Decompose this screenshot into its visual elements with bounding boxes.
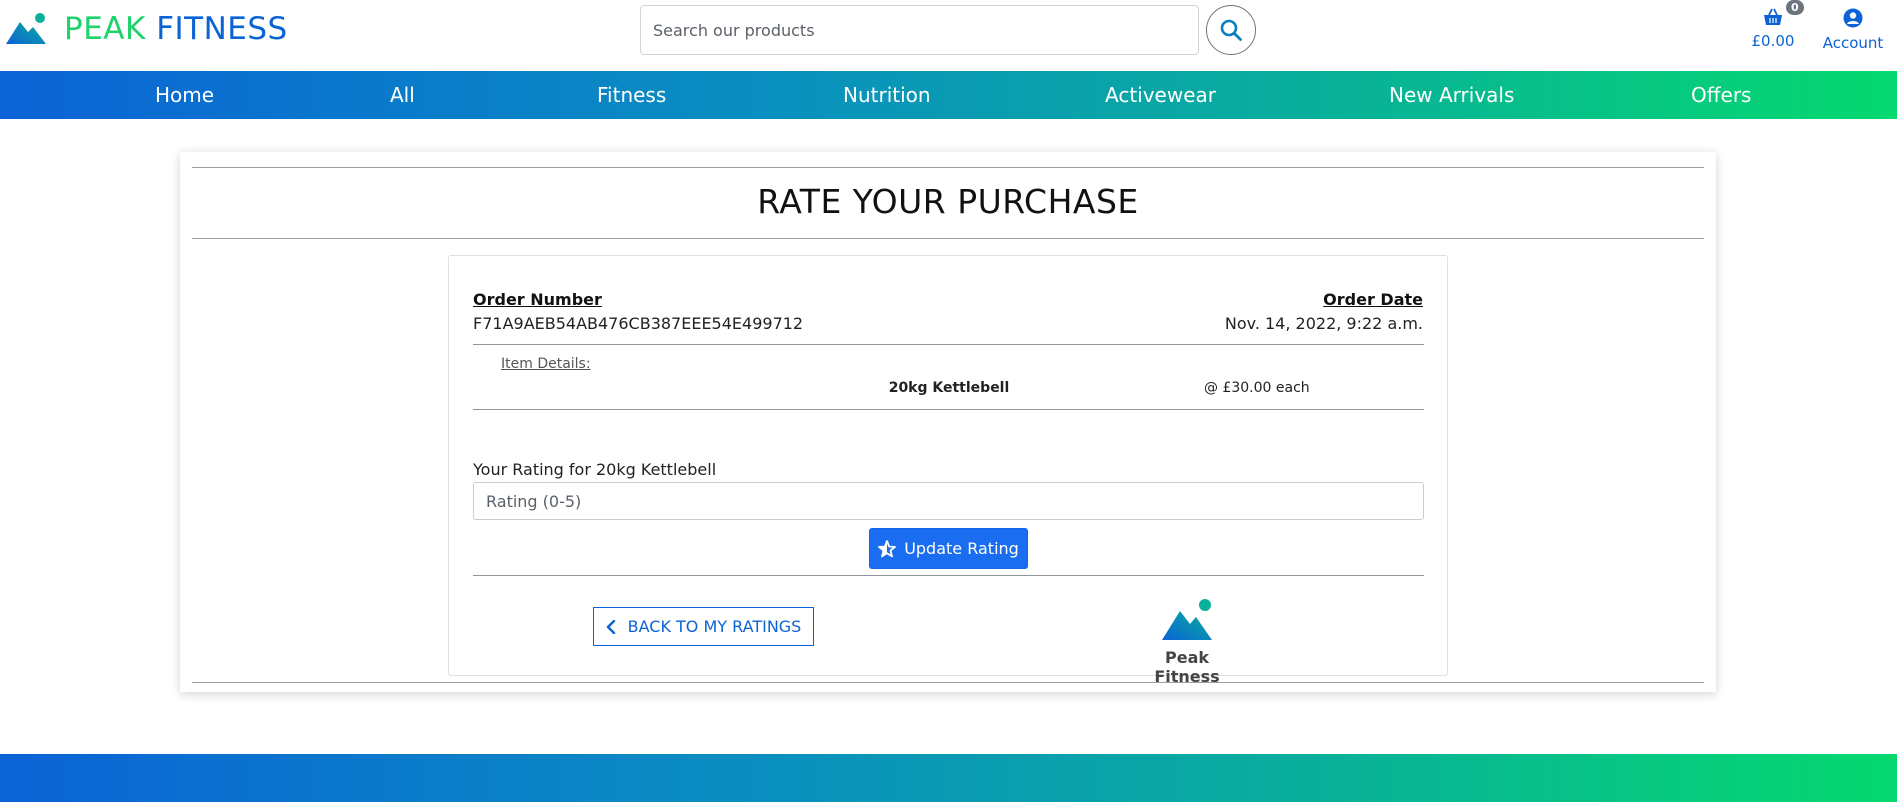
brand-name: PEAK FITNESS [64,12,288,46]
actions-divider [473,575,1424,576]
order-number-value: F71A9AEB54AB476CB387EEE54E499712 [473,314,804,333]
brand-word-fitness: FITNESS [156,11,288,47]
back-to-ratings-label: BACK TO MY RATINGS [627,617,802,636]
site-header: PEAK FITNESS 0 £0.00 Account [0,0,1897,71]
rating-field-label: Your Rating for 20kg Kettlebell [473,460,717,479]
title-divider-top [192,167,1704,168]
account-circle-icon [1843,8,1863,28]
card-bottom-divider [192,682,1704,683]
title-divider-bottom [192,238,1704,239]
nav-item-new-arrivals[interactable]: New Arrivals [1389,83,1514,107]
search-button[interactable] [1206,5,1256,55]
nav-item-activewear[interactable]: Activewear [1105,83,1216,107]
account-label: Account [1822,34,1884,52]
star-rating-icon [878,539,897,557]
mountain-logo-icon [6,13,46,44]
nav-item-offers[interactable]: Offers [1691,83,1751,107]
search-input[interactable] [640,5,1199,55]
mini-logo-label: Peak Fitness [1154,648,1220,686]
item-name: 20kg Kettlebell [888,380,1010,396]
nav-item-fitness[interactable]: Fitness [597,83,666,107]
nav-item-home[interactable]: Home [155,83,214,107]
update-rating-button[interactable]: Update Rating [869,528,1028,569]
account-link[interactable]: Account [1822,8,1884,52]
search-bar [640,5,1256,55]
site-footer [0,754,1897,802]
item-details-label: Item Details: [501,356,591,372]
item-divider [473,409,1424,410]
nav-item-all[interactable]: All [390,83,415,107]
rating-input[interactable] [473,482,1424,520]
basket-link[interactable]: 0 £0.00 [1750,0,1804,50]
update-rating-label: Update Rating [904,539,1019,558]
order-panel: Order Number F71A9AEB54AB476CB387EEE54E4… [448,255,1448,686]
order-number-label: Order Number [473,290,602,309]
basket-icon [1764,8,1782,25]
footer-mini-logo: Peak Fitness [1137,598,1237,686]
order-divider [473,344,1424,345]
basket-count-badge: 0 [1786,0,1804,15]
order-date-value: Nov. 14, 2022, 9:22 a.m. [1224,314,1423,333]
main-nav: Home All Fitness Nutrition Activewear Ne… [0,71,1897,119]
mountain-logo-icon [1162,599,1212,640]
brand-word-peak: PEAK [64,11,146,47]
page-title: RATE YOUR PURCHASE [757,182,1139,221]
rating-card: RATE YOUR PURCHASE Order Number F71A9AEB… [180,152,1716,692]
back-to-ratings-button[interactable]: BACK TO MY RATINGS [593,607,814,646]
brand-logo[interactable]: PEAK FITNESS [6,12,288,46]
item-price: @ £30.00 each [1204,380,1310,396]
order-date-label: Order Date [1323,290,1423,309]
search-icon [1220,19,1242,41]
chevron-left-icon [606,619,615,634]
nav-item-nutrition[interactable]: Nutrition [843,83,931,107]
basket-total: £0.00 [1751,32,1795,50]
